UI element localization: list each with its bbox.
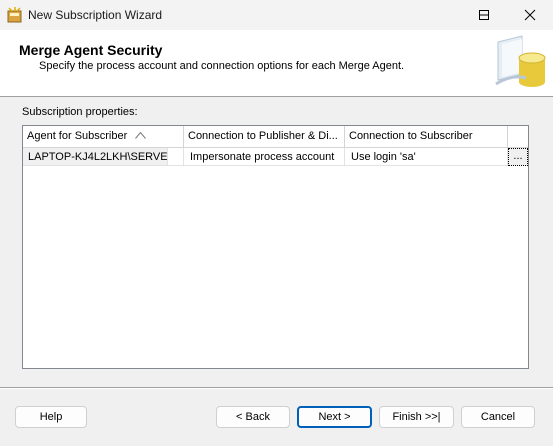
cell-agent-padding [168, 148, 184, 166]
database-wizard-icon [495, 35, 546, 87]
column-header-blank [508, 126, 528, 148]
column-header-publisher-connection[interactable]: Connection to Publisher & Di... [184, 126, 345, 148]
back-button[interactable]: < Back [216, 406, 290, 428]
subscription-properties-label: Subscription properties: [22, 106, 138, 118]
window-title: New Subscription Wizard [28, 8, 163, 22]
wizard-app-icon [7, 7, 22, 23]
page-title: Merge Agent Security [19, 42, 163, 58]
header-banner: Merge Agent Security Specify the process… [0, 30, 553, 97]
close-button[interactable] [507, 0, 553, 30]
next-button[interactable]: Next > [297, 406, 372, 428]
cell-publisher-connection[interactable]: Impersonate process account [184, 148, 345, 166]
maximize-button[interactable] [461, 0, 507, 30]
sort-ascending-icon [135, 132, 146, 139]
cell-subscriber-connection[interactable]: Use login 'sa' [345, 148, 508, 166]
page-subtitle: Specify the process account and connecti… [39, 60, 405, 72]
edit-agent-security-button[interactable]: ... [508, 148, 528, 166]
footer-separator [0, 387, 553, 389]
maximize-icon [479, 10, 489, 20]
column-header-subscriber-connection[interactable]: Connection to Subscriber [345, 126, 508, 148]
help-button[interactable]: Help [15, 406, 87, 428]
column-header-agent[interactable]: Agent for Subscriber [23, 126, 184, 148]
column-header-agent-label: Agent for Subscriber [27, 130, 128, 142]
close-icon [524, 9, 536, 21]
subscription-properties-grid[interactable]: Agent for Subscriber Connection to Publi… [22, 125, 529, 369]
cancel-button[interactable]: Cancel [461, 406, 535, 428]
cell-agent[interactable]: LAPTOP-KJ4L2LKH\SERVER1 [23, 148, 168, 166]
finish-button[interactable]: Finish >>| [379, 406, 454, 428]
